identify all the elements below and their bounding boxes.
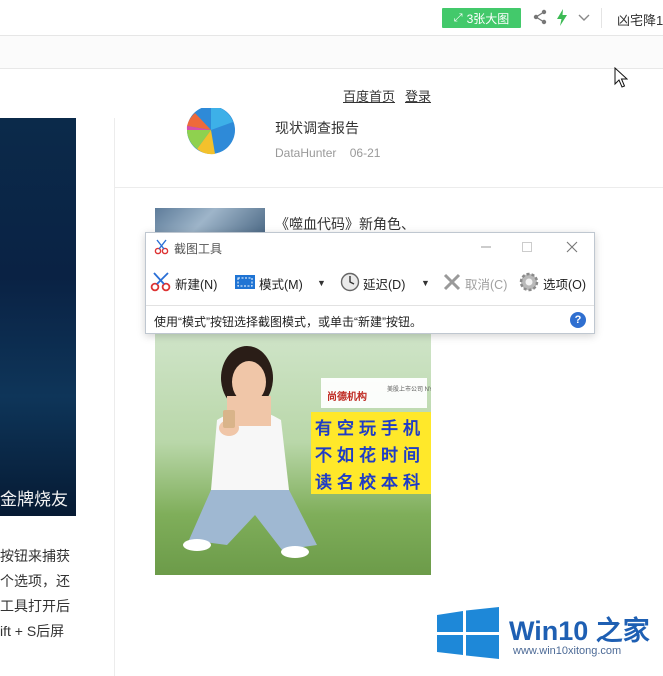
divider xyxy=(601,8,602,28)
scissors-icon xyxy=(154,239,170,260)
article-title[interactable]: 现状调查报告 xyxy=(275,118,359,138)
x-icon xyxy=(442,272,462,295)
status-bar: 使用“模式”按钮选择截图模式，或单击“新建”按钮。 ? xyxy=(146,305,594,333)
window-titlebar[interactable]: 截图工具 xyxy=(146,233,594,261)
maximize-button[interactable] xyxy=(512,237,542,257)
snipping-toolbar: 新建(N) 模式(M) ▼ 延迟(D) ▼ 取消(C) 选项(O) xyxy=(146,265,594,299)
gear-icon xyxy=(518,271,540,296)
article-title[interactable]: 《噬血代码》新角色、 xyxy=(275,214,415,234)
options-label: 选项(O) xyxy=(543,277,587,292)
view-big-images-button[interactable]: ⤢ 3张大图 xyxy=(442,8,521,28)
new-snip-button[interactable]: 新建(N) xyxy=(150,271,217,295)
big-images-label: 3张大图 xyxy=(466,11,510,26)
dropdown-arrow-icon: ▼ xyxy=(421,278,430,288)
chevron-down-icon[interactable] xyxy=(578,10,590,28)
close-button[interactable] xyxy=(557,237,587,257)
ad-slogan-line: 读名校本科 xyxy=(315,473,425,492)
mode-dropdown-arrow[interactable]: ▼ xyxy=(317,271,326,295)
delay-button[interactable]: 延迟(D) xyxy=(340,271,405,295)
scissors-icon xyxy=(150,271,172,296)
new-snip-label: 新建(N) xyxy=(175,277,218,292)
article-author: DataHunter xyxy=(275,146,337,160)
options-button[interactable]: 选项(O) xyxy=(518,271,586,295)
mode-label: 模式(M) xyxy=(259,277,303,292)
woman-photo xyxy=(183,346,317,558)
ad-logo-subtext: 美股上市公司 NYSE:STG xyxy=(387,387,431,393)
expand-icon: ⤢ xyxy=(453,11,463,24)
video-caption: 金牌烧友 xyxy=(0,490,68,509)
cancel-label: 取消(C) xyxy=(465,277,508,292)
body-text-line: 个选项，还 xyxy=(0,573,70,589)
browser-topbar: ⤢ 3张大图 凶宅降1 xyxy=(0,0,663,36)
clock-icon xyxy=(340,272,360,295)
cancel-button[interactable]: 取消(C) xyxy=(442,271,507,295)
article-thumbnail[interactable] xyxy=(175,106,245,163)
ad-slogan-line: 有空玩手机 xyxy=(315,419,425,438)
secondary-bar xyxy=(0,36,663,69)
minimize-button[interactable] xyxy=(471,237,501,257)
mode-button[interactable]: 模式(M) xyxy=(234,271,303,295)
share-icon[interactable] xyxy=(533,9,547,30)
delay-label: 延迟(D) xyxy=(363,277,406,292)
column-divider xyxy=(114,118,115,676)
article-thumbnail[interactable] xyxy=(155,208,265,234)
windows-logo-icon xyxy=(437,607,499,659)
advertisement-banner[interactable]: 尚德机构 美股上市公司 NYSE:STG 有空玩手机 不如花时间 读名校本科 xyxy=(155,334,431,575)
baidu-home-link[interactable]: 百度首页 xyxy=(343,86,395,105)
status-text: 使用“模式”按钮选择截图模式，或单击“新建”按钮。 xyxy=(154,315,422,329)
ad-logo: 尚德机构 美股上市公司 NYSE:STG xyxy=(321,378,431,408)
body-text-line: 按钮来捕获 xyxy=(0,548,70,564)
ad-logo-text: 尚德机构 xyxy=(327,392,367,403)
help-icon[interactable]: ? xyxy=(570,312,586,328)
watermark-url: www.win10xitong.com xyxy=(513,645,622,657)
login-link[interactable]: 登录 xyxy=(405,86,431,105)
article-meta: DataHunter 06-21 xyxy=(275,146,390,160)
video-thumbnail[interactable]: 金牌烧友 xyxy=(0,118,76,516)
win10-watermark: Win10 之家 www.win10xitong.com xyxy=(431,591,663,676)
article-date: 06-21 xyxy=(349,146,381,160)
ad-slogan-line: 不如花时间 xyxy=(315,446,425,465)
body-text-line: ift + S后屏 xyxy=(0,623,65,639)
dropdown-arrow-icon: ▼ xyxy=(317,278,326,288)
delay-dropdown-arrow[interactable]: ▼ xyxy=(421,271,430,295)
watermark-brand: Win10 之家 xyxy=(509,616,650,646)
body-text-line: 工具打开后 xyxy=(0,598,70,614)
user-name[interactable]: 凶宅降1 xyxy=(617,10,663,29)
window-title: 截图工具 xyxy=(174,242,223,256)
rectangle-mode-icon xyxy=(234,273,256,294)
mouse-cursor-icon xyxy=(614,66,629,94)
snipping-tool-window: 截图工具 新建(N) 模式(M) ▼ 延迟(D) ▼ 取消(C) 选项(O) 使… xyxy=(145,232,595,334)
divider xyxy=(115,187,663,188)
lightning-icon[interactable] xyxy=(556,9,568,31)
